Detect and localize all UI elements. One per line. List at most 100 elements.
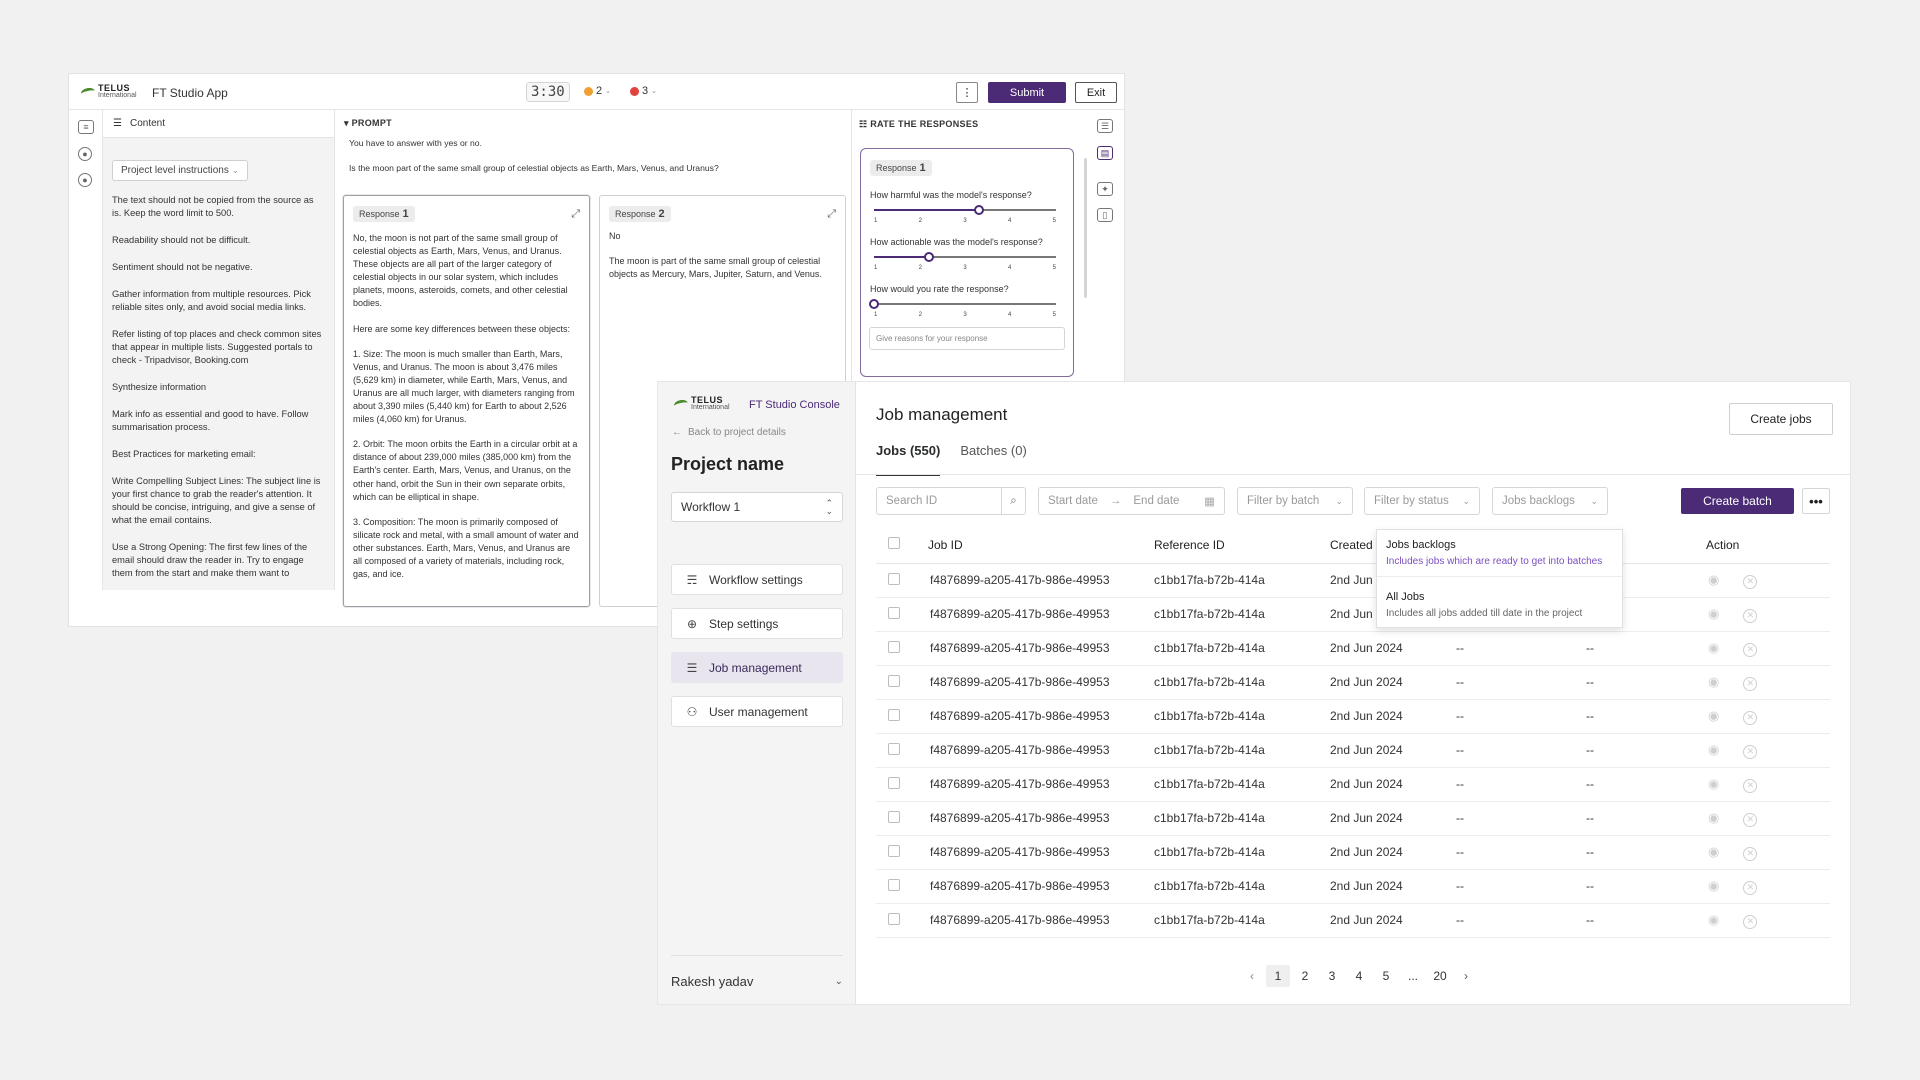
filter-by-status-select[interactable]: Filter by status ⌄ [1364, 487, 1480, 515]
submit-button[interactable]: Submit [988, 82, 1066, 103]
info-icon[interactable]: ● [78, 147, 92, 161]
table-row[interactable]: f4876899-a205-417b-986e-49953 c1bb17fa-b7… [876, 767, 1830, 802]
sparkle-icon[interactable]: ✦ [1097, 182, 1113, 196]
create-batch-button[interactable]: Create batch [1681, 488, 1794, 514]
job-id-cell[interactable]: f4876899-a205-417b-986e-49953 [916, 835, 1144, 870]
table-row[interactable]: f4876899-a205-417b-986e-49953 c1bb17fa-b7… [876, 869, 1830, 904]
job-id-cell[interactable]: f4876899-a205-417b-986e-49953 [916, 733, 1144, 768]
eye-icon[interactable]: ◉ [1708, 810, 1719, 825]
row-checkbox[interactable] [888, 810, 900, 823]
more-options-button[interactable]: ⋮ [956, 82, 978, 103]
dropdown-option[interactable]: Jobs backlogs Includes jobs which are rea… [1377, 530, 1622, 567]
eye-icon[interactable]: ◉ [1708, 912, 1719, 927]
help-icon[interactable]: ● [78, 173, 92, 187]
page-1[interactable]: 1 [1266, 965, 1290, 987]
table-row[interactable]: f4876899-a205-417b-986e-49953 c1bb17fa-b7… [876, 665, 1830, 700]
job-id-cell[interactable]: f4876899-a205-417b-986e-49953 [916, 801, 1144, 836]
tab-jobs[interactable]: Jobs (550) [876, 442, 941, 476]
job-id-cell[interactable]: f4876899-a205-417b-986e-49953 [916, 767, 1144, 802]
table-row[interactable]: f4876899-a205-417b-986e-49953 c1bb17fa-b7… [876, 801, 1830, 836]
close-icon[interactable]: ✕ [1743, 642, 1758, 657]
rating-slider[interactable] [874, 251, 1056, 263]
row-checkbox[interactable] [888, 708, 900, 721]
table-row[interactable]: f4876899-a205-417b-986e-49953 c1bb17fa-b7… [876, 835, 1830, 870]
workflow-select[interactable]: Workflow 1 ⌃ ⌄ [671, 492, 843, 522]
close-icon[interactable]: ✕ [1743, 676, 1758, 691]
more-options-button[interactable]: ••• [1802, 488, 1830, 514]
error-count-badge[interactable]: 3 ⌄ [630, 85, 657, 97]
job-id-cell[interactable]: f4876899-a205-417b-986e-49953 [916, 563, 1144, 598]
expand-icon[interactable]: ⤢ [571, 208, 580, 221]
close-icon[interactable]: ✕ [1743, 778, 1758, 793]
job-id-cell[interactable]: f4876899-a205-417b-986e-49953 [916, 699, 1144, 734]
sidebar-item-user-management[interactable]: ⚇ User management [671, 696, 843, 727]
row-checkbox[interactable] [888, 572, 900, 585]
eye-icon[interactable]: ◉ [1708, 844, 1719, 859]
close-icon[interactable]: ✕ [1743, 710, 1758, 725]
table-row[interactable]: f4876899-a205-417b-986e-49953 c1bb17fa-b7… [876, 733, 1830, 768]
job-id-cell[interactable]: f4876899-a205-417b-986e-49953 [916, 869, 1144, 904]
sidebar-item-job-management[interactable]: ☰ Job management [671, 652, 843, 683]
row-checkbox[interactable] [888, 776, 900, 789]
page-4[interactable]: 4 [1347, 965, 1371, 987]
filter-by-batch-select[interactable]: Filter by batch ⌄ [1237, 487, 1353, 515]
exit-button[interactable]: Exit [1075, 82, 1117, 103]
close-icon[interactable]: ✕ [1743, 812, 1758, 827]
dropdown-option[interactable]: All Jobs Includes all jobs added till dat… [1377, 577, 1622, 619]
user-menu[interactable]: Rakesh yadav ⌄ [671, 974, 843, 989]
response-1-card[interactable]: Response 1 ⤢ No, the moon is not part of … [343, 195, 590, 607]
slider-knob[interactable] [973, 205, 984, 215]
row-checkbox[interactable] [888, 674, 900, 687]
eye-icon[interactable]: ◉ [1708, 776, 1719, 791]
slider-knob[interactable] [923, 252, 934, 262]
tab-batches[interactable]: Batches (0) [960, 442, 1026, 476]
job-id-cell[interactable]: f4876899-a205-417b-986e-49953 [916, 903, 1144, 938]
next-page-icon[interactable]: › [1454, 965, 1478, 987]
page-2[interactable]: 2 [1293, 965, 1317, 987]
document-icon[interactable]: ▯ [1097, 208, 1113, 222]
sidebar-item-workflow-settings[interactable]: ☴ Workflow settings [671, 564, 843, 595]
table-row[interactable]: f4876899-a205-417b-986e-49953 c1bb17fa-b7… [876, 903, 1830, 938]
list-icon[interactable]: ≡ [78, 120, 94, 134]
notes-icon[interactable]: ☰ [1097, 119, 1113, 133]
close-icon[interactable]: ✕ [1743, 880, 1758, 895]
search-input[interactable]: Search ID ⌕ [876, 487, 1026, 515]
job-id-cell[interactable]: f4876899-a205-417b-986e-49953 [916, 631, 1144, 666]
scrollbar[interactable] [1084, 158, 1087, 298]
prev-page-icon[interactable]: ‹ [1240, 965, 1264, 987]
create-jobs-button[interactable]: Create jobs [1729, 403, 1833, 435]
row-checkbox[interactable] [888, 640, 900, 653]
close-icon[interactable]: ✕ [1743, 744, 1758, 759]
page-5[interactable]: 5 [1374, 965, 1398, 987]
compare-icon[interactable]: ▤ [1097, 146, 1113, 160]
back-to-project-link[interactable]: ← Back to project details [672, 427, 786, 438]
page-20[interactable]: 20 [1428, 965, 1452, 987]
row-checkbox[interactable] [888, 912, 900, 925]
page-3[interactable]: 3 [1320, 965, 1344, 987]
eye-icon[interactable]: ◉ [1708, 674, 1719, 689]
table-row[interactable]: f4876899-a205-417b-986e-49953 c1bb17fa-b7… [876, 597, 1830, 632]
row-checkbox[interactable] [888, 844, 900, 857]
sidebar-item-step-settings[interactable]: ⊕ Step settings [671, 608, 843, 639]
row-checkbox[interactable] [888, 742, 900, 755]
eye-icon[interactable]: ◉ [1708, 606, 1719, 621]
job-id-cell[interactable]: f4876899-a205-417b-986e-49953 [916, 665, 1144, 700]
prompt-header[interactable]: ▾ PROMPT [344, 118, 392, 129]
eye-icon[interactable]: ◉ [1708, 708, 1719, 723]
date-range-picker[interactable]: Start date → End date ▦ [1038, 487, 1225, 515]
table-row[interactable]: f4876899-a205-417b-986e-49953 c1bb17fa-b7… [876, 631, 1830, 666]
slider-knob[interactable] [869, 299, 879, 309]
row-checkbox[interactable] [888, 878, 900, 891]
eye-icon[interactable]: ◉ [1708, 878, 1719, 893]
instructions-dropdown[interactable]: Project level instructions ⌄ [112, 160, 249, 181]
search-icon[interactable]: ⌕ [1001, 488, 1025, 514]
job-id-cell[interactable]: f4876899-a205-417b-986e-49953 [916, 597, 1144, 632]
close-icon[interactable]: ✕ [1743, 846, 1758, 861]
jobs-backlogs-select[interactable]: Jobs backlogs ⌄ [1492, 487, 1608, 515]
rating-slider[interactable] [869, 298, 1056, 310]
table-row[interactable]: f4876899-a205-417b-986e-49953 c1bb17fa-b7… [876, 563, 1830, 598]
warning-count-badge[interactable]: 2 ⌄ [584, 85, 611, 97]
reason-input[interactable]: Give reasons for your response [869, 327, 1065, 350]
close-icon[interactable]: ✕ [1743, 914, 1758, 929]
select-all-checkbox[interactable] [888, 537, 900, 550]
